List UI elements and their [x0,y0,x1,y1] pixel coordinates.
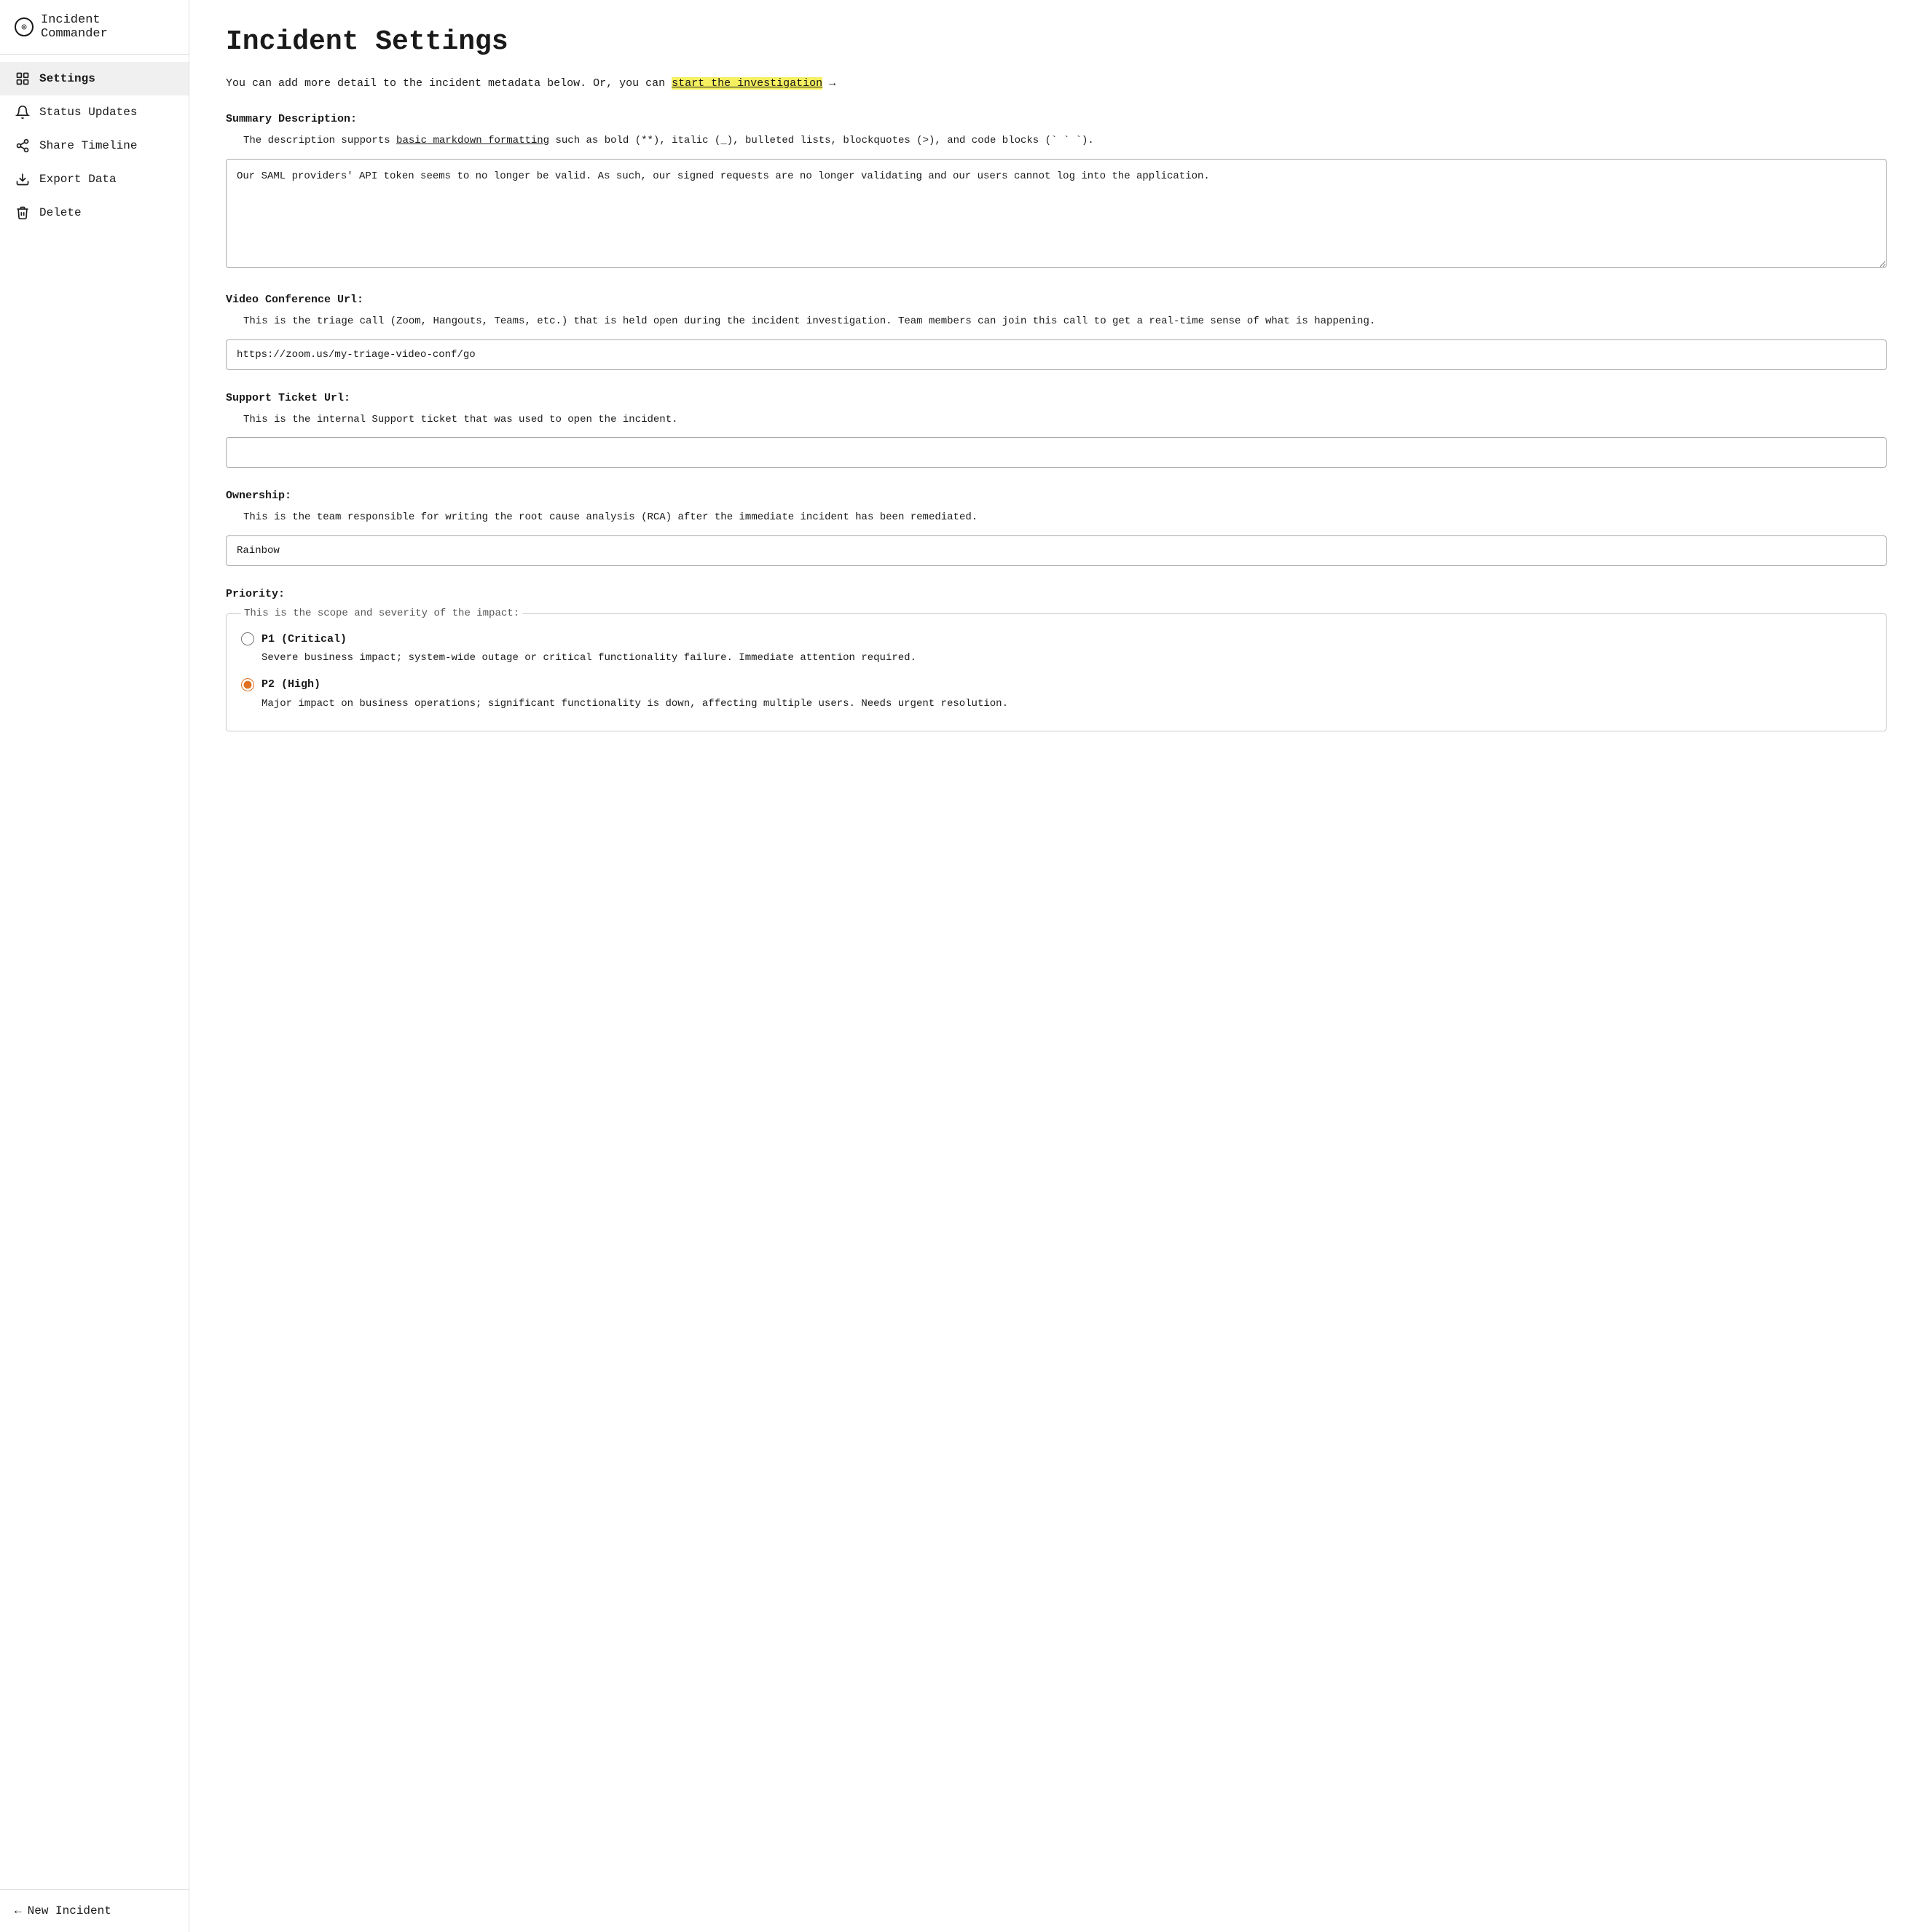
delete-icon [15,205,31,221]
new-incident-arrow: ← [15,1904,22,1917]
video-conf-section: Video Conference Url: This is the triage… [226,294,1887,370]
priority-p1-header: P1 (Critical) [241,632,1871,645]
video-conf-description: This is the triage call (Zoom, Hangouts,… [226,313,1887,331]
support-ticket-description: This is the internal Support ticket that… [226,412,1887,429]
new-incident-button[interactable]: ← New Incident [15,1904,111,1917]
sidebar-item-export-data[interactable]: Export Data [0,162,189,196]
priority-label: Priority: [226,588,1887,600]
intro-arrow: → [829,77,835,90]
ownership-description: This is the team responsible for writing… [226,509,1887,527]
delete-label: Delete [39,206,82,219]
priority-option-p1: P1 (Critical) Severe business impact; sy… [241,632,1871,666]
ownership-section: Ownership: This is the team responsible … [226,490,1887,566]
summary-label: Summary Description: [226,113,1887,125]
app-title: Incident Commander [41,13,174,41]
markdown-link[interactable]: basic markdown formatting [396,135,549,146]
summary-desc-before: The description supports [243,135,390,146]
summary-description: The description supports basic markdown … [226,133,1887,150]
ownership-input[interactable] [226,535,1887,566]
sidebar-item-status-updates[interactable]: Status Updates [0,95,189,129]
main-content: Incident Settings You can add more detai… [189,0,1923,1932]
sidebar-item-settings[interactable]: Settings [0,62,189,95]
settings-label: Settings [39,72,95,85]
summary-textarea[interactable]: Our SAML providers' API token seems to n… [226,159,1887,268]
summary-desc-after: such as bold (**), italic (_), bulleted … [556,135,1094,146]
intro-text-before: You can add more detail to the incident … [226,77,665,90]
share-timeline-icon [15,138,31,154]
priority-p2-desc: Major impact on business operations; sig… [241,696,1871,712]
priority-p1-radio[interactable] [241,632,254,645]
priority-section: Priority: This is the scope and severity… [226,588,1887,731]
priority-p1-desc: Severe business impact; system-wide outa… [241,650,1871,666]
app-icon: ⊙ [15,17,34,36]
ownership-label: Ownership: [226,490,1887,502]
priority-p1-label[interactable]: P1 (Critical) [261,633,347,645]
page-title: Incident Settings [226,26,1887,58]
priority-p2-header: P2 (High) [241,678,1871,691]
sidebar-item-delete[interactable]: Delete [0,196,189,229]
priority-fieldset: This is the scope and severity of the im… [226,608,1887,731]
sidebar-footer: ← New Incident [0,1889,189,1932]
support-ticket-input[interactable] [226,437,1887,468]
export-data-label: Export Data [39,173,117,186]
sidebar-header: ⊙ Incident Commander [0,0,189,55]
status-updates-icon [15,104,31,120]
settings-icon [15,71,31,87]
new-incident-label: New Incident [28,1904,111,1917]
video-conf-label: Video Conference Url: [226,294,1887,306]
priority-option-p2: P2 (High) Major impact on business opera… [241,678,1871,712]
priority-p2-label[interactable]: P2 (High) [261,678,320,691]
support-ticket-label: Support Ticket Url: [226,392,1887,404]
intro-paragraph: You can add more detail to the incident … [226,75,1887,93]
export-data-icon [15,171,31,187]
video-conf-input[interactable] [226,339,1887,370]
priority-legend: This is the scope and severity of the im… [241,608,522,619]
sidebar-item-share-timeline[interactable]: Share Timeline [0,129,189,162]
start-investigation-link[interactable]: start the investigation [672,77,822,90]
priority-p2-radio[interactable] [241,678,254,691]
sidebar-nav: Settings Status Updates [0,55,189,1889]
share-timeline-label: Share Timeline [39,139,137,152]
status-updates-label: Status Updates [39,106,137,119]
support-ticket-section: Support Ticket Url: This is the internal… [226,392,1887,468]
sidebar: ⊙ Incident Commander Settings [0,0,189,1932]
summary-section: Summary Description: The description sup… [226,113,1887,272]
